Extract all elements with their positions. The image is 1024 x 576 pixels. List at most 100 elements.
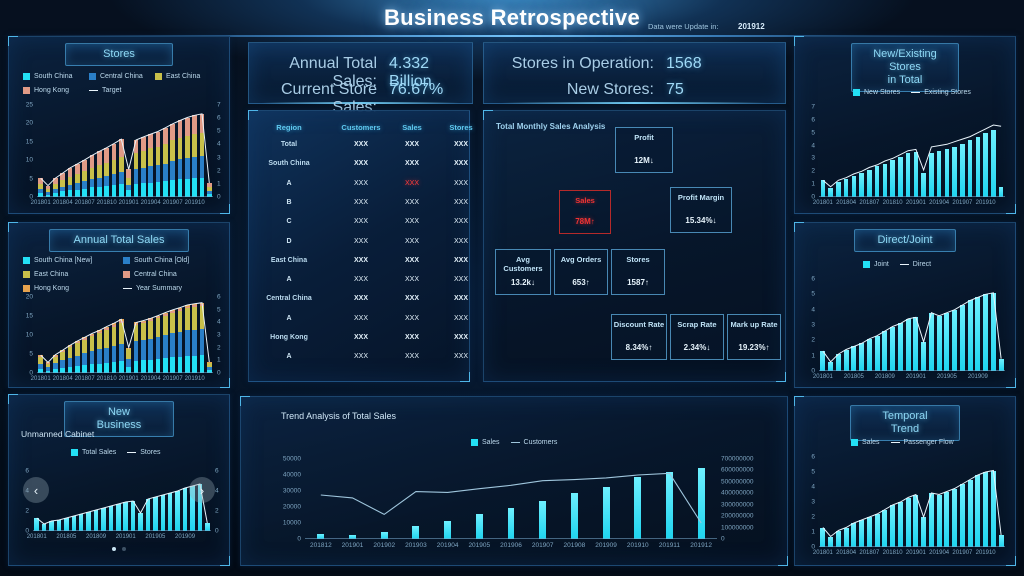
metric-sales[interactable]: Sales 78M↑	[559, 190, 611, 234]
table-row-region[interactable]: East China	[251, 257, 327, 264]
legend-item-year-summary[interactable]: Year Summary	[123, 285, 212, 292]
legend-item-new-stores[interactable]: New Stores	[853, 89, 900, 96]
table-cell-customers[interactable]: XXX	[333, 334, 389, 341]
legend-swatch	[89, 73, 96, 80]
table-row-region[interactable]: A	[251, 315, 327, 322]
table-cell-sales[interactable]: XXX	[384, 218, 440, 225]
x-tick: 201910	[975, 550, 996, 556]
y2-tick: 0	[217, 193, 221, 201]
metric-avg-orders[interactable]: Avg Orders 653↑	[554, 249, 608, 295]
table-cell-stores[interactable]: XXX	[433, 180, 489, 187]
axis-baseline	[33, 530, 211, 531]
table-cell-sales[interactable]: XXX	[384, 353, 440, 360]
table-cell-customers[interactable]: XXX	[333, 257, 389, 264]
metric-avg-customers[interactable]: Avg Customers 13.2k↓	[495, 249, 551, 295]
table-row-region[interactable]: A	[251, 276, 327, 283]
table-row-region[interactable]: Total	[251, 141, 327, 148]
table-cell-sales[interactable]: XXX	[384, 295, 440, 302]
carousel-dots[interactable]	[112, 547, 126, 551]
table-row-region[interactable]: C	[251, 218, 327, 225]
legend-item-hong-kong[interactable]: Hong Kong	[23, 285, 112, 292]
table-cell-sales[interactable]: XXX	[384, 199, 440, 206]
table-row-region[interactable]: D	[251, 238, 327, 245]
table-cell-stores[interactable]: XXX	[433, 238, 489, 245]
legend-item-stores[interactable]: Stores	[127, 449, 160, 456]
table-header-stores: Stores	[449, 123, 473, 132]
legend-item-target[interactable]: Target	[89, 87, 144, 94]
table-cell-stores[interactable]: XXX	[433, 295, 489, 302]
table-cell-stores[interactable]: XXX	[433, 257, 489, 264]
table-cell-customers[interactable]: XXX	[333, 295, 389, 302]
legend-item-sales[interactable]: Sales	[471, 439, 500, 446]
legend-item-east-china[interactable]: East China	[155, 73, 210, 80]
legend-item-south-china-old[interactable]: South China [Old]	[123, 257, 212, 264]
table-row-region[interactable]: South China	[251, 160, 327, 167]
table-cell-stores[interactable]: XXX	[433, 141, 489, 148]
table-cell-stores[interactable]: XXX	[433, 276, 489, 283]
table-cell-sales[interactable]: XXX	[384, 238, 440, 245]
table-row-region[interactable]: Central China	[251, 295, 327, 302]
carousel-prev-button[interactable]: ‹	[23, 477, 49, 503]
table-cell-stores[interactable]: XXX	[433, 160, 489, 167]
legend-item-central-china[interactable]: Central China	[123, 271, 212, 278]
table-cell-customers[interactable]: XXX	[333, 160, 389, 167]
legend-item-east-china[interactable]: East China	[23, 271, 112, 278]
table-cell-customers[interactable]: XXX	[333, 276, 389, 283]
legend-item-hong-kong[interactable]: Hong Kong	[23, 87, 78, 94]
carousel-next-button[interactable]: ›	[189, 477, 215, 503]
metric-stores-value: 1587↑	[627, 278, 649, 287]
legend-item-direct[interactable]: Direct	[899, 261, 931, 268]
table-cell-customers[interactable]: XXX	[333, 180, 389, 187]
metric-discount-rate[interactable]: Discount Rate 8.34%↑	[611, 314, 667, 360]
table-cell-customers[interactable]: XXX	[333, 238, 389, 245]
table-cell-stores[interactable]: XXX	[433, 315, 489, 322]
table-cell-stores[interactable]: XXX	[433, 353, 489, 360]
carousel-dot-1[interactable]	[112, 547, 116, 551]
legend-temporal-trend: Sales Passenger Flow	[851, 439, 1015, 450]
x-tick: 201801	[812, 200, 833, 206]
metric-mark-up-rate[interactable]: Mark up Rate 19.23%↑	[727, 314, 781, 360]
y2-tick: 0	[721, 535, 725, 543]
legend-item-joint[interactable]: Joint	[863, 261, 889, 268]
legend-swatch	[853, 89, 860, 96]
y-tick: 20	[25, 293, 33, 301]
table-cell-customers[interactable]: XXX	[333, 199, 389, 206]
legend-item-passenger-flow[interactable]: Passenger Flow	[890, 439, 954, 446]
table-row-region[interactable]: Hong Kong	[251, 334, 327, 341]
x-tick: 201807	[859, 200, 880, 206]
table-cell-sales[interactable]: XXX	[384, 180, 440, 187]
carousel-dot-2[interactable]	[122, 547, 126, 551]
table-row-region[interactable]: A	[251, 180, 327, 187]
legend-item-existing-stores[interactable]: Existing Stores	[911, 89, 971, 96]
table-cell-customers[interactable]: XXX	[333, 141, 389, 148]
table-cell-stores[interactable]: XXX	[433, 199, 489, 206]
table-row-region[interactable]: A	[251, 353, 327, 360]
legend-item-sales[interactable]: Sales	[851, 439, 880, 446]
table-cell-customers[interactable]: XXX	[333, 353, 389, 360]
legend-item-customers[interactable]: Customers	[510, 439, 557, 446]
table-cell-stores[interactable]: XXX	[433, 334, 489, 341]
metric-profit-margin[interactable]: Profit Margin 15.34%↓	[670, 187, 732, 233]
table-row-region[interactable]: B	[251, 199, 327, 206]
table-cell-sales[interactable]: XXX	[384, 257, 440, 264]
table-cell-sales[interactable]: XXX	[384, 276, 440, 283]
table-cell-customers[interactable]: XXX	[333, 218, 389, 225]
metric-profit[interactable]: Profit 12M↓	[615, 127, 673, 173]
x-tick: 201912	[690, 542, 712, 549]
x-tick: 201804	[836, 200, 857, 206]
legend-item-total-sales[interactable]: Total Sales	[71, 449, 116, 456]
legend-item-south-china[interactable]: South China	[23, 73, 78, 80]
metric-stores[interactable]: Stores 1587↑	[611, 249, 665, 295]
legend-item-central-china[interactable]: Central China	[89, 73, 144, 80]
metric-scrap-rate[interactable]: Scrap Rate 2.34%↓	[670, 314, 724, 360]
metric-scrap-rate-value: 2.34%↓	[683, 343, 711, 352]
table-cell-sales[interactable]: XXX	[384, 315, 440, 322]
table-cell-customers[interactable]: XXX	[333, 315, 389, 322]
y2-tick: 5	[217, 306, 221, 314]
table-cell-sales[interactable]: XXX	[384, 160, 440, 167]
table-cell-stores[interactable]: XXX	[433, 218, 489, 225]
legend-item-south-china-new[interactable]: South China [New]	[23, 257, 112, 264]
table-cell-sales[interactable]: XXX	[384, 334, 440, 341]
legend-swatch	[71, 449, 78, 456]
table-cell-sales[interactable]: XXX	[384, 141, 440, 148]
